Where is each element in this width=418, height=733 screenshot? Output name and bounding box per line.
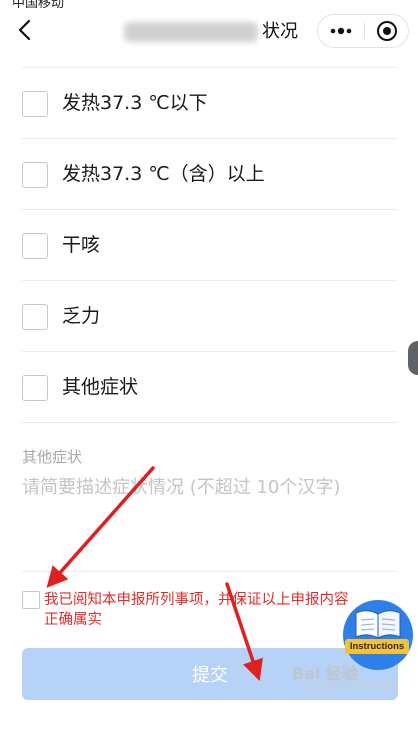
carrier-text: 中国移动 — [12, 0, 65, 8]
more-dots-icon — [330, 27, 352, 35]
other-symptoms-input[interactable] — [22, 470, 394, 504]
divider — [22, 571, 398, 572]
status-bar: 中国移动 •• — [0, 0, 418, 8]
other-symptoms-label: 其他症状 — [22, 448, 83, 466]
watermark-sub: jingyan.baidu.com — [304, 680, 397, 691]
symptom-options-list: 发热37.3 ℃以下 发热37.3 ℃（含）以上 干咳 乏力 其他症状 — [0, 68, 418, 423]
back-arrow-icon[interactable] — [14, 18, 36, 42]
symptom-option-fever-above[interactable]: 发热37.3 ℃（含）以上 — [0, 139, 418, 210]
symptom-option-label: 乏力 — [62, 305, 101, 327]
checkbox[interactable] — [22, 91, 48, 117]
symptom-option-label: 其他症状 — [62, 376, 139, 398]
symptom-option-other[interactable]: 其他症状 — [0, 352, 418, 423]
side-float-handle[interactable] — [408, 341, 418, 375]
checkbox[interactable] — [22, 375, 48, 401]
symptom-option-label: 干咳 — [62, 234, 101, 256]
agreement-text: 我已阅知本申报所列事项，并保证以上申报内容正确属实 — [44, 592, 349, 628]
target-circle-icon — [377, 21, 397, 41]
symptom-option-label: 发热37.3 ℃以下 — [62, 92, 208, 114]
watermark: Bai 经验 jingyan.baidu.com — [292, 652, 416, 696]
symptom-option-fever-below[interactable]: 发热37.3 ℃以下 — [0, 68, 418, 139]
page-title: 状况 — [120, 16, 310, 48]
symptom-option-label: 发热37.3 ℃（含）以上 — [62, 163, 265, 185]
status-icons: •• — [391, 0, 406, 7]
divider — [22, 422, 398, 423]
checkbox[interactable] — [22, 233, 48, 259]
nav-bar: 状况 — [0, 8, 418, 56]
symptom-option-dry-cough[interactable]: 干咳 — [0, 210, 418, 281]
agreement-checkbox[interactable] — [22, 591, 40, 609]
close-miniprogram-button[interactable] — [365, 15, 409, 47]
symptom-option-fatigue[interactable]: 乏力 — [0, 281, 418, 352]
miniprogram-capsule — [317, 14, 409, 48]
more-button[interactable] — [318, 15, 364, 47]
checkbox[interactable] — [22, 304, 48, 330]
checkbox[interactable] — [22, 162, 48, 188]
page-title-text: 状况 — [262, 21, 298, 42]
